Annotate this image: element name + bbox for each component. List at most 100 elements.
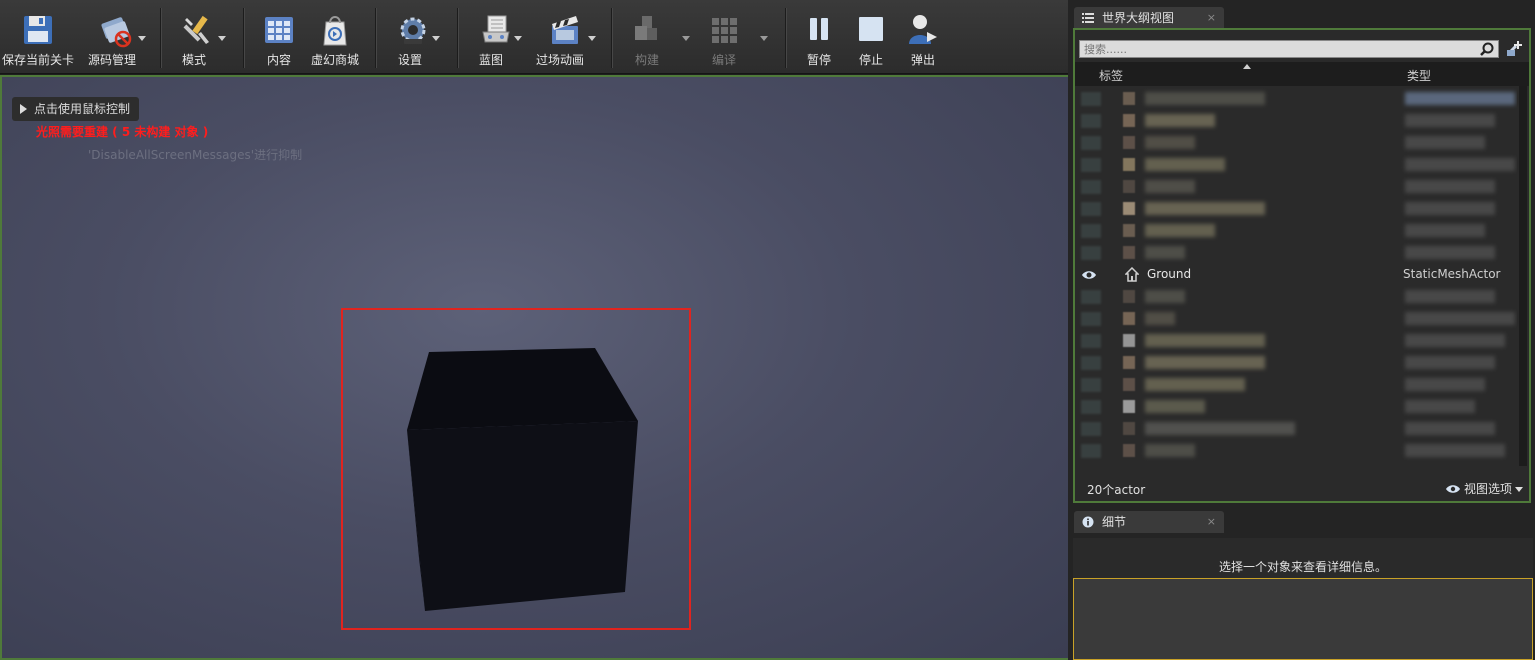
marketplace-icon: [323, 16, 347, 46]
toolbar-separator: [160, 8, 162, 68]
eject-icon: [909, 15, 937, 44]
list-item[interactable]: [1075, 242, 1517, 264]
actor-name-ground: Ground: [1147, 267, 1192, 281]
save-current-level-label: 保存当前关卡: [1, 53, 74, 67]
actor-count-label: 20个actor: [1087, 483, 1146, 497]
compile-icon: [712, 18, 737, 43]
content-button[interactable]: 内容: [256, 4, 302, 70]
pause-label: 暂停: [806, 53, 831, 67]
chevron-down-icon: [1515, 487, 1524, 492]
lighting-rebuild-warning: 光照需要重建 ( 5 未构建 对象 ): [36, 125, 209, 139]
content-icon: [265, 17, 293, 43]
build-label: 构建: [634, 53, 659, 67]
add-filter-icon[interactable]: [1505, 40, 1523, 58]
save-icon: [24, 16, 52, 44]
list-item[interactable]: [1075, 88, 1517, 110]
modes-icon: [183, 15, 209, 44]
eye-icon: [1446, 485, 1460, 493]
list-item[interactable]: [1075, 198, 1517, 220]
modes-dropdown-caret[interactable]: [218, 36, 226, 41]
suppress-messages-hint: 'DisableAllScreenMessages'进行抑制: [88, 148, 303, 162]
outliner-list-icon: [1082, 13, 1094, 23]
details-empty-message: 选择一个对象来查看详细信息。: [1218, 560, 1387, 574]
settings-icon: [400, 17, 426, 44]
save-current-level-button[interactable]: 保存当前关卡: [0, 4, 76, 70]
list-item[interactable]: [1075, 374, 1517, 396]
static-mesh-actor-icon: [1125, 267, 1139, 282]
compile-label: 编译: [711, 53, 736, 67]
modes-label: 模式: [181, 53, 206, 67]
cinematics-button[interactable]: 过场动画: [532, 4, 600, 70]
list-item[interactable]: [1075, 220, 1517, 242]
blueprints-button[interactable]: 蓝图: [466, 4, 526, 70]
close-icon[interactable]: ×: [1207, 511, 1216, 533]
details-panel: 细节 × 选择一个对象来查看详细信息。: [1068, 508, 1535, 660]
build-button[interactable]: 构建: [620, 4, 696, 70]
list-item[interactable]: [1075, 308, 1517, 330]
list-item[interactable]: [1075, 132, 1517, 154]
list-item[interactable]: [1075, 176, 1517, 198]
list-item[interactable]: [1075, 330, 1517, 352]
compile-dropdown-caret[interactable]: [760, 36, 768, 41]
close-icon[interactable]: ×: [1207, 7, 1216, 29]
outliner-search-box[interactable]: [1079, 40, 1499, 58]
list-item[interactable]: [1075, 352, 1517, 374]
outliner-column-header: 标签 类型: [1075, 62, 1529, 86]
cinematics-dropdown-caret[interactable]: [588, 36, 596, 41]
list-item[interactable]: [1075, 396, 1517, 418]
info-icon: [1082, 516, 1094, 528]
list-item[interactable]: [1075, 418, 1517, 440]
list-item[interactable]: [1075, 154, 1517, 176]
outliner-body: 标签 类型 Ground Sta: [1073, 28, 1531, 503]
content-label: 内容: [266, 53, 291, 67]
toolbar-separator: [457, 8, 459, 68]
pause-button[interactable]: 暂停: [796, 4, 842, 70]
details-content-area: [1073, 578, 1533, 660]
play-triangle-icon: [20, 104, 27, 114]
view-options-button[interactable]: 视图选项: [1445, 480, 1524, 497]
eject-button[interactable]: 弹出: [900, 4, 946, 70]
source-control-button[interactable]: 源码管理: [82, 4, 148, 70]
build-icon: [635, 16, 657, 40]
marketplace-button[interactable]: 虚幻商城: [306, 4, 364, 70]
search-icon[interactable]: [1480, 42, 1494, 56]
level-viewport[interactable]: 点击使用鼠标控制 光照需要重建 ( 5 未构建 对象 ) 'DisableAll…: [0, 75, 1068, 660]
blueprints-dropdown-caret[interactable]: [514, 36, 522, 41]
world-outliner-tab-title: 世界大纲视图: [1102, 11, 1175, 25]
column-type-header[interactable]: 类型: [1407, 67, 1431, 84]
world-outliner-panel: 世界大纲视图 × 标签 类型: [1068, 0, 1535, 508]
world-outliner-tab[interactable]: 世界大纲视图 ×: [1074, 7, 1224, 29]
marketplace-label: 虚幻商城: [310, 53, 359, 67]
table-row-ground[interactable]: Ground StaticMeshActor: [1075, 264, 1517, 286]
stop-button[interactable]: 停止: [848, 4, 894, 70]
mouse-control-hint[interactable]: 点击使用鼠标控制: [12, 97, 140, 121]
source-control-dropdown-caret[interactable]: [138, 36, 146, 41]
stop-label: 停止: [858, 53, 883, 67]
build-dropdown-caret[interactable]: [682, 36, 690, 41]
modes-button[interactable]: 模式: [166, 4, 228, 70]
toolbar-separator: [243, 8, 245, 68]
list-item[interactable]: [1075, 440, 1517, 462]
compile-button[interactable]: 编译: [698, 4, 774, 70]
outliner-search-input[interactable]: [1084, 41, 1469, 57]
cinematics-icon: [552, 16, 578, 44]
toolbar-separator: [375, 8, 377, 68]
list-item[interactable]: [1075, 110, 1517, 132]
settings-label: 设置: [397, 53, 422, 67]
main-toolbar: 保存当前关卡 源码管理 模式 内容 虚幻商城 设置 蓝图 过场动画 构建 编译 …: [0, 0, 1068, 74]
settings-button[interactable]: 设置: [384, 4, 444, 70]
actor-type-ground: StaticMeshActor: [1403, 267, 1501, 281]
list-item[interactable]: [1075, 286, 1517, 308]
outliner-scrollbar[interactable]: [1519, 86, 1527, 466]
column-label-header[interactable]: 标签: [1099, 67, 1123, 84]
settings-dropdown-caret[interactable]: [432, 36, 440, 41]
eject-label: 弹出: [910, 53, 935, 67]
mouse-control-hint-text: 点击使用鼠标控制: [34, 102, 131, 116]
pause-icon: [810, 18, 828, 40]
blueprints-label: 蓝图: [478, 53, 503, 67]
details-tab[interactable]: 细节 ×: [1074, 511, 1224, 533]
toolbar-separator: [611, 8, 613, 68]
eye-visibility-icon[interactable]: [1081, 269, 1097, 281]
details-body: 选择一个对象来查看详细信息。: [1073, 538, 1533, 660]
details-tab-title: 细节: [1102, 515, 1127, 529]
